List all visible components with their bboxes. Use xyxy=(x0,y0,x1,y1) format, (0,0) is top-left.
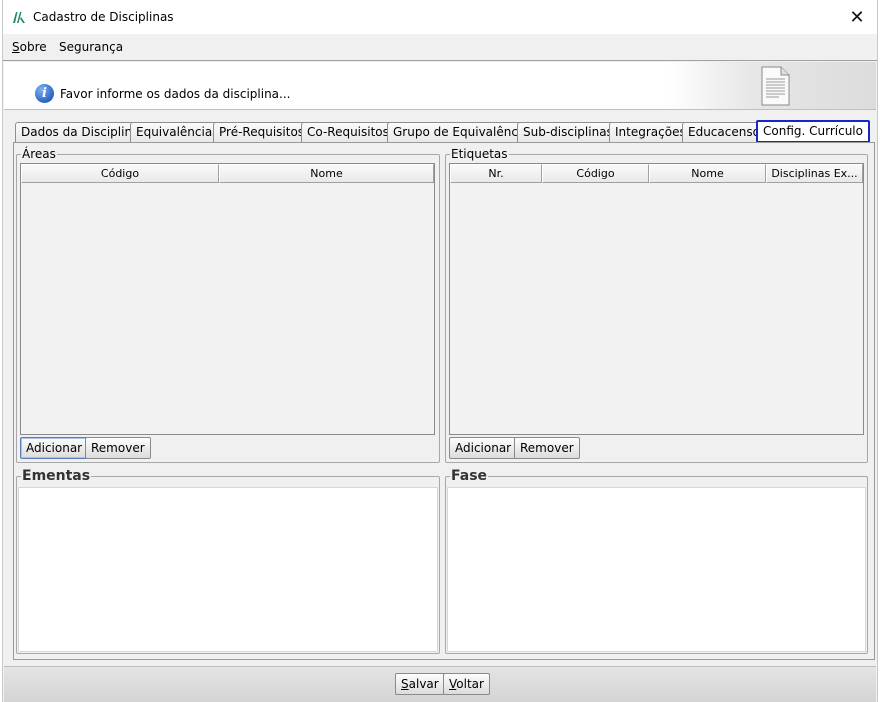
info-banner: i Favor informe os dados da disciplina..… xyxy=(4,62,876,110)
etiquetas-legend: Etiquetas xyxy=(451,147,508,161)
tab-equivalencias[interactable]: Equivalências xyxy=(130,122,225,142)
etiquetas-add-button[interactable]: Adicionar xyxy=(449,437,518,459)
column-header-codigo[interactable]: Código xyxy=(542,164,649,183)
tab-strip: Dados da Disciplina Equivalências Pré-Re… xyxy=(13,120,873,143)
menu-sobre[interactable]: Sobre xyxy=(12,40,47,54)
footer-bar: Salvar Voltar xyxy=(4,666,876,702)
column-header-codigo[interactable]: Código xyxy=(21,164,219,183)
tab-config-curriculo[interactable]: Config. Currículo xyxy=(756,120,870,143)
tab-co-requisitos[interactable]: Co-Requisitos xyxy=(301,122,395,142)
back-button[interactable]: Voltar xyxy=(443,673,490,695)
document-icon xyxy=(761,66,790,106)
close-icon[interactable]: ✕ xyxy=(837,0,877,34)
title-bar: Cadastro de Disciplinas ✕ xyxy=(3,0,877,34)
fase-legend: Fase xyxy=(451,468,488,484)
tab-dados-da-disciplina[interactable]: Dados da Disciplina xyxy=(15,122,146,142)
app-logo-icon xyxy=(13,12,25,23)
menu-bar: Sobre Segurança xyxy=(3,34,877,61)
info-icon: i xyxy=(35,84,54,103)
tab-pre-requisitos[interactable]: Pré-Requisitos xyxy=(213,122,311,142)
column-header-nome[interactable]: Nome xyxy=(219,164,434,183)
fase-textarea[interactable] xyxy=(447,487,866,652)
tab-educacenso[interactable]: Educacenso xyxy=(682,122,766,142)
column-header-nr[interactable]: Nr. xyxy=(450,164,542,183)
banner-message: Favor informe os dados da disciplina... xyxy=(60,87,291,101)
tab-panel-config-curriculo: Áreas Código Nome Adicionar Remover Etiq… xyxy=(13,142,875,660)
etiquetas-table[interactable]: Nr. Código Nome Disciplinas Ex... xyxy=(449,163,864,435)
window-title: Cadastro de Disciplinas xyxy=(33,10,174,24)
etiquetas-remove-button[interactable]: Remover xyxy=(514,437,580,459)
areas-remove-button[interactable]: Remover xyxy=(85,437,151,459)
areas-table[interactable]: Código Nome xyxy=(20,163,435,435)
tab-integracoes[interactable]: Integrações xyxy=(609,122,692,142)
dialog-window: Cadastro de Disciplinas ✕ Sobre Seguranç… xyxy=(2,0,878,702)
menu-seguranca[interactable]: Segurança xyxy=(59,40,123,54)
tab-grupo-de-equivalencia[interactable]: Grupo de Equivalência xyxy=(387,122,535,142)
ementas-textarea[interactable] xyxy=(18,487,438,652)
save-button[interactable]: Salvar xyxy=(395,673,445,695)
column-header-disciplinas-ex[interactable]: Disciplinas Ex... xyxy=(766,164,863,183)
etiquetas-table-header: Nr. Código Nome Disciplinas Ex... xyxy=(450,164,863,183)
ementas-legend: Ementas xyxy=(22,468,91,484)
areas-add-button[interactable]: Adicionar xyxy=(20,437,89,459)
column-header-nome[interactable]: Nome xyxy=(649,164,766,183)
areas-table-header: Código Nome xyxy=(21,164,434,183)
tab-sub-disciplinas[interactable]: Sub-disciplinas xyxy=(517,122,619,142)
areas-legend: Áreas xyxy=(22,147,56,161)
